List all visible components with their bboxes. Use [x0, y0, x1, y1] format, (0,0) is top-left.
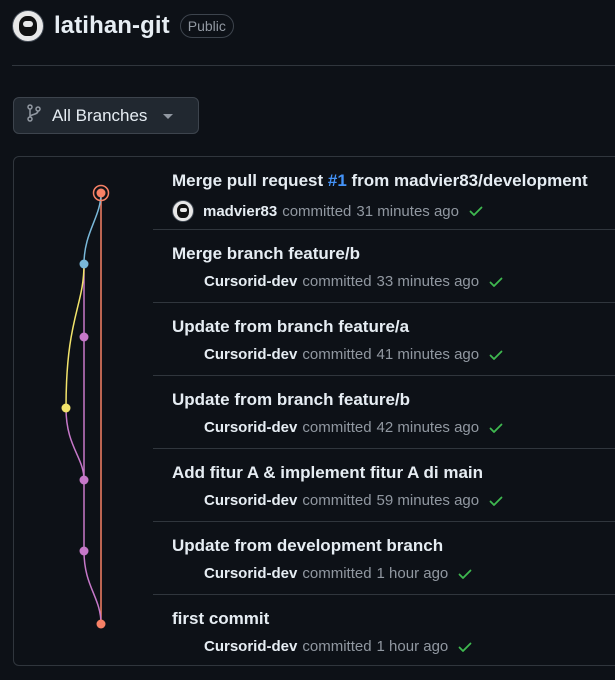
commit-author[interactable]: Cursorid-dev	[204, 492, 297, 509]
commit-verb: committed	[302, 273, 372, 290]
commit-time[interactable]: 1 hour ago	[377, 638, 449, 655]
commit-verb: committed	[282, 202, 352, 220]
visibility-badge: Public	[179, 14, 234, 38]
commit-verb: committed	[302, 419, 372, 436]
check-icon[interactable]	[457, 639, 473, 655]
commit-list: Merge pull request #1 from madvier83/dev…	[13, 156, 615, 666]
repo-header: latihan-git Public	[12, 10, 234, 42]
commit-time[interactable]: 31 minutes ago	[356, 203, 459, 220]
commit-node[interactable]	[79, 332, 89, 342]
commit-meta: Cursorid-dev committed 59 minutes ago	[172, 492, 504, 509]
commit-message[interactable]: Update from branch feature/b	[172, 390, 410, 410]
commit-node[interactable]	[96, 619, 106, 629]
commit-time[interactable]: 33 minutes ago	[377, 273, 480, 290]
commit-verb: committed	[302, 638, 372, 655]
commit-row[interactable]: Update from branch feature/b Cursorid-de…	[153, 376, 615, 449]
commit-message[interactable]: first commit	[172, 609, 269, 629]
graph-line-feature-a-base	[83, 550, 102, 625]
commit-node[interactable]	[61, 403, 71, 413]
commit-row[interactable]: Merge pull request #1 from madvier83/dev…	[153, 157, 615, 230]
check-icon[interactable]	[468, 203, 484, 219]
author-avatar[interactable]	[172, 200, 194, 222]
commit-meta: Cursorid-dev committed 1 hour ago	[172, 638, 473, 655]
commit-row[interactable]: Add fitur A & implement fitur A di main …	[153, 449, 615, 522]
commit-author[interactable]: Cursorid-dev	[204, 273, 297, 290]
check-icon[interactable]	[488, 274, 504, 290]
commit-author[interactable]: Cursorid-dev	[204, 565, 297, 582]
commit-author[interactable]: Cursorid-dev	[204, 419, 297, 436]
commit-author[interactable]: Cursorid-dev	[204, 638, 297, 655]
commit-verb: committed	[302, 492, 372, 509]
commit-time[interactable]: 42 minutes ago	[377, 419, 480, 436]
graph-line-development	[83, 192, 102, 265]
commit-message[interactable]: Merge pull request #1 from madvier83/dev…	[172, 171, 588, 191]
chevron-down-icon	[163, 114, 174, 119]
commit-time[interactable]: 41 minutes ago	[377, 346, 480, 363]
commit-meta: Cursorid-dev committed 1 hour ago	[172, 565, 473, 582]
commit-meta: Cursorid-dev committed 42 minutes ago	[172, 419, 504, 436]
check-icon[interactable]	[488, 420, 504, 436]
commit-meta: Cursorid-dev committed 33 minutes ago	[172, 273, 504, 290]
commit-time[interactable]: 1 hour ago	[377, 565, 449, 582]
graph-line-feature-b-base	[65, 407, 85, 481]
commit-verb: committed	[302, 565, 372, 582]
commit-message[interactable]: Add fitur A & implement fitur A di main	[172, 463, 483, 483]
commit-message[interactable]: Update from development branch	[172, 536, 443, 556]
branch-selector-label: All Branches	[52, 105, 148, 125]
commit-row[interactable]: Merge branch feature/b Cursorid-dev comm…	[153, 230, 615, 303]
header-divider	[12, 65, 615, 66]
commit-row[interactable]: Update from development branch Cursorid-…	[153, 522, 615, 595]
commit-time[interactable]: 59 minutes ago	[377, 492, 480, 509]
commit-meta: Cursorid-dev committed 41 minutes ago	[172, 346, 504, 363]
commit-node[interactable]	[79, 546, 89, 556]
pr-link[interactable]: #1	[328, 171, 347, 190]
branch-icon	[26, 104, 42, 127]
commit-author[interactable]: madvier83	[203, 203, 277, 220]
all-branches-button[interactable]: All Branches	[13, 97, 199, 134]
repo-name[interactable]: latihan-git	[54, 12, 170, 40]
commit-meta: madvier83 committed 31 minutes ago	[172, 200, 484, 222]
commit-node[interactable]	[96, 188, 106, 198]
commit-author[interactable]: Cursorid-dev	[204, 346, 297, 363]
commit-message[interactable]: Merge branch feature/b	[172, 244, 360, 264]
commit-row[interactable]: first commit Cursorid-dev committed 1 ho…	[153, 595, 615, 667]
check-icon[interactable]	[457, 566, 473, 582]
check-icon[interactable]	[488, 347, 504, 363]
commit-verb: committed	[302, 346, 372, 363]
commit-graph	[61, 184, 110, 629]
commit-message[interactable]: Update from branch feature/a	[172, 317, 409, 337]
commit-row[interactable]: Update from branch feature/a Cursorid-de…	[153, 303, 615, 376]
commit-node[interactable]	[79, 259, 89, 269]
check-icon[interactable]	[488, 493, 504, 509]
owner-avatar[interactable]	[12, 10, 44, 42]
commit-node[interactable]	[79, 475, 89, 485]
